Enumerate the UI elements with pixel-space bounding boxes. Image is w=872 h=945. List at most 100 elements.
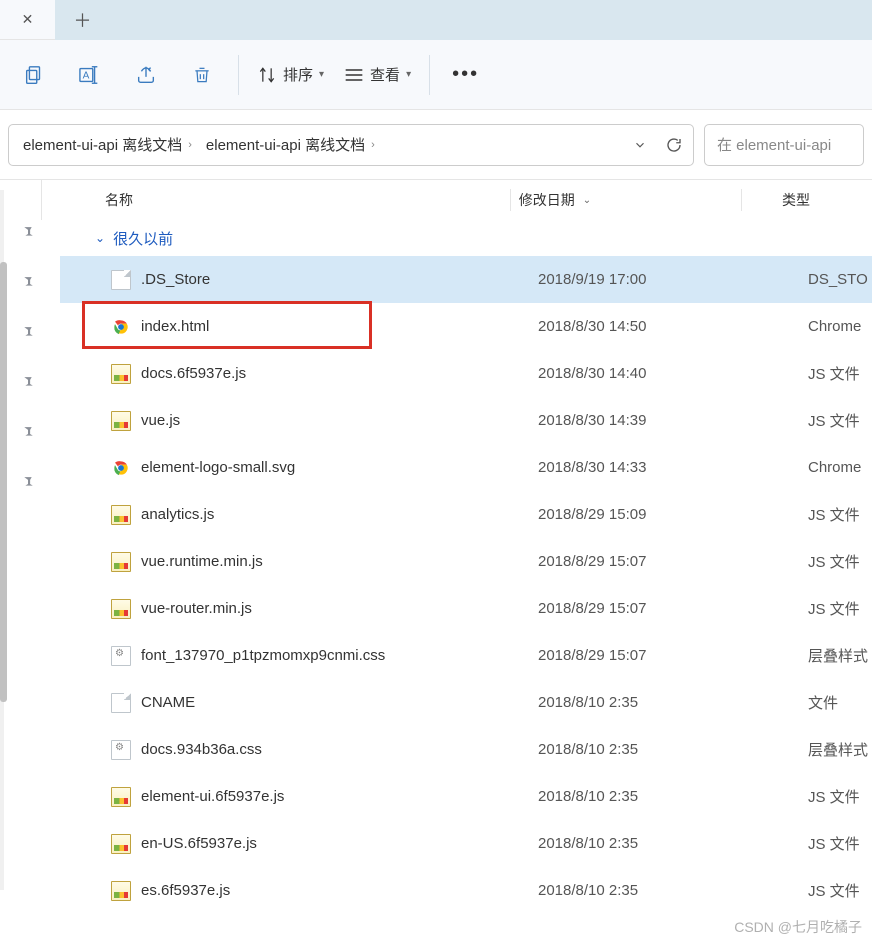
- file-date: 2018/8/10 2:35: [538, 694, 768, 711]
- chevron-right-icon: ›: [188, 139, 192, 151]
- file-date: 2018/8/10 2:35: [538, 882, 768, 899]
- file-name: vue-router.min.js: [141, 600, 252, 617]
- breadcrumb-label: element-ui-api 离线文档: [206, 134, 365, 155]
- file-date: 2018/8/30 14:50: [538, 318, 768, 335]
- column-name[interactable]: 名称: [60, 190, 510, 210]
- file-row[interactable]: docs.6f5937e.js2018/8/30 14:40JS 文件: [60, 350, 872, 397]
- file-name: vue.js: [141, 412, 180, 429]
- more-button[interactable]: •••: [438, 57, 493, 92]
- chevron-down-icon: ▾: [319, 69, 324, 80]
- close-icon[interactable]: ✕: [22, 11, 34, 28]
- file-type: JS 文件: [768, 504, 872, 525]
- file-row[interactable]: en-US.6f5937e.js 2018/8/10 2:35JS 文件: [60, 820, 872, 867]
- share-button[interactable]: [118, 47, 174, 103]
- file-date: 2018/8/29 15:07: [538, 553, 768, 570]
- tab-bar: ✕ ＋: [0, 0, 872, 40]
- file-name: analytics.js: [141, 506, 214, 523]
- file-type: 层叠样式: [768, 739, 872, 760]
- file-type: JS 文件: [768, 410, 872, 431]
- js-file-icon: [111, 881, 131, 901]
- js-file-icon: [111, 834, 131, 854]
- file-type: DS_STO: [768, 271, 872, 288]
- sort-button[interactable]: 排序 ▾: [247, 58, 334, 91]
- breadcrumb-item[interactable]: element-ui-api 离线文档 ›: [19, 130, 202, 159]
- view-button[interactable]: 查看 ▾: [334, 58, 421, 91]
- toolbar: A 排序 ▾ 查看 ▾ •••: [0, 40, 872, 110]
- file-list-pane: 名称 修改日期⌄ 类型 ⌄ 很久以前 .DS_Store2018/9/19 17…: [60, 180, 872, 945]
- file-name: en-US.6f5937e.js: [141, 835, 257, 852]
- history-dropdown[interactable]: [633, 138, 647, 152]
- pin-icon[interactable]: [19, 374, 41, 396]
- delete-button[interactable]: [174, 47, 230, 103]
- file-row[interactable]: vue.js2018/8/30 14:39JS 文件: [60, 397, 872, 444]
- nav-separator: [41, 180, 42, 220]
- address-row: element-ui-api 离线文档 › element-ui-api 离线文…: [0, 110, 872, 180]
- copy-button[interactable]: [6, 47, 62, 103]
- active-tab[interactable]: ✕: [0, 0, 55, 40]
- file-name: element-logo-small.svg: [141, 459, 295, 476]
- file-type: Chrome: [768, 459, 872, 476]
- file-icon: [111, 270, 131, 290]
- file-name: font_137970_p1tpzmomxp9cnmi.css: [141, 647, 385, 664]
- file-row[interactable]: analytics.js 2018/8/29 15:09JS 文件: [60, 491, 872, 538]
- chevron-right-icon: ›: [371, 139, 375, 151]
- file-name: vue.runtime.min.js: [141, 553, 263, 570]
- pin-icon[interactable]: [19, 324, 41, 346]
- file-date: 2018/8/29 15:07: [538, 600, 768, 617]
- search-input[interactable]: 在 element-ui-api: [704, 124, 864, 166]
- svg-text:A: A: [83, 70, 90, 81]
- column-type[interactable]: 类型: [742, 190, 872, 210]
- toolbar-separator: [429, 55, 430, 95]
- file-name: .DS_Store: [141, 271, 210, 288]
- file-name: CNAME: [141, 694, 195, 711]
- breadcrumb-item[interactable]: element-ui-api 离线文档 ›: [202, 130, 385, 159]
- refresh-button[interactable]: [665, 136, 683, 154]
- sort-label: 排序: [283, 64, 313, 85]
- file-date: 2018/8/10 2:35: [538, 835, 768, 852]
- nav-strip: [0, 180, 60, 945]
- group-label: 很久以前: [113, 228, 173, 249]
- group-header[interactable]: ⌄ 很久以前: [60, 220, 872, 256]
- file-row[interactable]: docs.934b36a.css2018/8/10 2:35层叠样式: [60, 726, 872, 773]
- file-row[interactable]: element-logo-small.svg 2018/8/30 14:33Chr…: [60, 444, 872, 491]
- file-name: index.html: [141, 318, 209, 335]
- sort-icon: [257, 65, 277, 85]
- settings-file-icon: [111, 646, 131, 666]
- file-row[interactable]: element-ui.6f5937e.js2018/8/10 2:35JS 文件: [60, 773, 872, 820]
- file-name: element-ui.6f5937e.js: [141, 788, 284, 805]
- file-row[interactable]: font_137970_p1tpzmomxp9cnmi.css 2018/8/29…: [60, 632, 872, 679]
- file-type: Chrome: [768, 318, 872, 335]
- chrome-icon: [111, 317, 131, 337]
- file-name: es.6f5937e.js: [141, 882, 230, 899]
- pin-icon[interactable]: [19, 474, 41, 496]
- file-row[interactable]: .DS_Store2018/9/19 17:00DS_STO: [60, 256, 872, 303]
- content-area: 名称 修改日期⌄ 类型 ⌄ 很久以前 .DS_Store2018/9/19 17…: [0, 180, 872, 945]
- pin-icon[interactable]: [19, 224, 41, 246]
- breadcrumb[interactable]: element-ui-api 离线文档 › element-ui-api 离线文…: [8, 124, 694, 166]
- file-row[interactable]: CNAME 2018/8/10 2:35文件: [60, 679, 872, 726]
- view-label: 查看: [370, 64, 400, 85]
- file-date: 2018/8/29 15:07: [538, 647, 768, 664]
- chevron-down-icon: ⌄: [95, 231, 105, 245]
- file-date: 2018/8/30 14:33: [538, 459, 768, 476]
- search-placeholder: 在 element-ui-api: [717, 134, 831, 155]
- rename-button[interactable]: A: [62, 47, 118, 103]
- new-tab-button[interactable]: ＋: [55, 0, 110, 40]
- file-row[interactable]: vue.runtime.min.js2018/8/29 15:07JS 文件: [60, 538, 872, 585]
- pin-icon[interactable]: [19, 424, 41, 446]
- js-file-icon: [111, 552, 131, 572]
- scrollbar-thumb[interactable]: [0, 262, 7, 702]
- column-date[interactable]: 修改日期⌄: [511, 190, 741, 210]
- watermark: CSDN @七月吃橘子: [734, 917, 862, 937]
- file-row[interactable]: vue-router.min.js 2018/8/29 15:07JS 文件: [60, 585, 872, 632]
- sort-indicator-icon: ⌄: [583, 195, 591, 206]
- file-type: JS 文件: [768, 833, 872, 854]
- file-type: 文件: [768, 692, 872, 713]
- file-row[interactable]: es.6f5937e.js2018/8/10 2:35JS 文件: [60, 867, 872, 914]
- file-date: 2018/8/29 15:09: [538, 506, 768, 523]
- pin-icon[interactable]: [19, 274, 41, 296]
- js-file-icon: [111, 411, 131, 431]
- file-type: JS 文件: [768, 598, 872, 619]
- file-row[interactable]: index.html 2018/8/30 14:50Chrome: [60, 303, 872, 350]
- file-date: 2018/8/10 2:35: [538, 788, 768, 805]
